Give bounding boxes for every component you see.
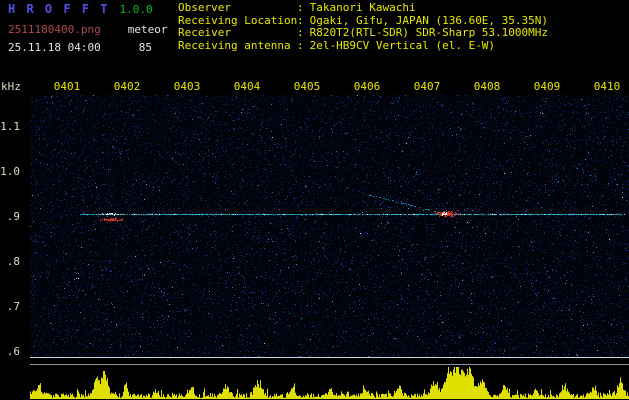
y-tick-label: 1.0	[0, 165, 20, 178]
echo-count: 85	[138, 41, 152, 54]
spectrogram-canvas	[30, 95, 629, 358]
station-value: Ogaki, Gifu, JAPAN (136.60E, 35.35N)	[309, 13, 549, 27]
x-tick-label: 0401	[53, 80, 81, 93]
y-tick-label: .6	[6, 345, 20, 358]
x-tick-label: 0404	[233, 80, 261, 93]
amplitude-canvas	[30, 366, 629, 399]
x-tick-label: 0409	[533, 80, 561, 93]
x-tick-label: 0405	[293, 80, 321, 93]
output-filename: 2511180400.png	[8, 23, 101, 36]
station-info-row: Receiver: R820T2(RTL-SDR) SDR-Sharp 53.10…	[178, 26, 549, 40]
y-tick-label: .8	[6, 255, 20, 268]
colon: :	[297, 1, 304, 14]
file-line: 2511180400.png meteor	[8, 23, 167, 36]
app-version: 1.0.0	[119, 3, 153, 16]
x-tick-label: 0402	[113, 80, 141, 93]
separator-line-2	[30, 364, 629, 365]
y-axis-unit: kHz	[1, 80, 21, 93]
station-label: Receiving antenna	[178, 38, 291, 52]
station-value: 2el-HB9CV Vertical (el. E-W)	[309, 38, 496, 52]
station-value: Takanori Kawachi	[309, 1, 416, 14]
x-tick-label: 0410	[593, 80, 621, 93]
y-tick-label: .9	[6, 210, 20, 223]
station-label: Observer	[178, 1, 231, 14]
station-info-row: Observer: Takanori Kawachi	[178, 1, 548, 15]
station-info: Observer: Takanori Kawachi Receiving Loca…	[178, 1, 549, 53]
colon: :	[297, 13, 304, 27]
colon: :	[297, 26, 304, 39]
colon: :	[297, 38, 304, 52]
datetime: 25.11.18 04:00	[8, 41, 101, 54]
y-tick-label: .7	[6, 300, 20, 313]
x-tick-label: 0408	[473, 80, 501, 93]
date-line: 25.11.18 04:00 85	[8, 41, 152, 54]
station-label: Receiver	[178, 26, 231, 39]
y-tick-label: 1.1	[0, 120, 20, 133]
mode-label: meteor	[127, 23, 168, 36]
station-value: R820T2(RTL-SDR) SDR-Sharp 53.1000MHz	[309, 26, 549, 39]
x-tick-label: 0406	[353, 80, 381, 93]
app-title: H R O F F T	[8, 2, 110, 16]
station-info-row: Receiving antenna:2el-HB9CV Vertical (el…	[178, 38, 548, 53]
separator-line-1	[30, 357, 629, 358]
hrofft-output: H R O F F T 1.0.0 2511180400.png meteor 25…	[0, 0, 629, 400]
title-line: H R O F F T 1.0.0	[8, 2, 153, 16]
x-tick-label: 0403	[173, 80, 201, 93]
x-tick-label: 0407	[413, 80, 441, 93]
